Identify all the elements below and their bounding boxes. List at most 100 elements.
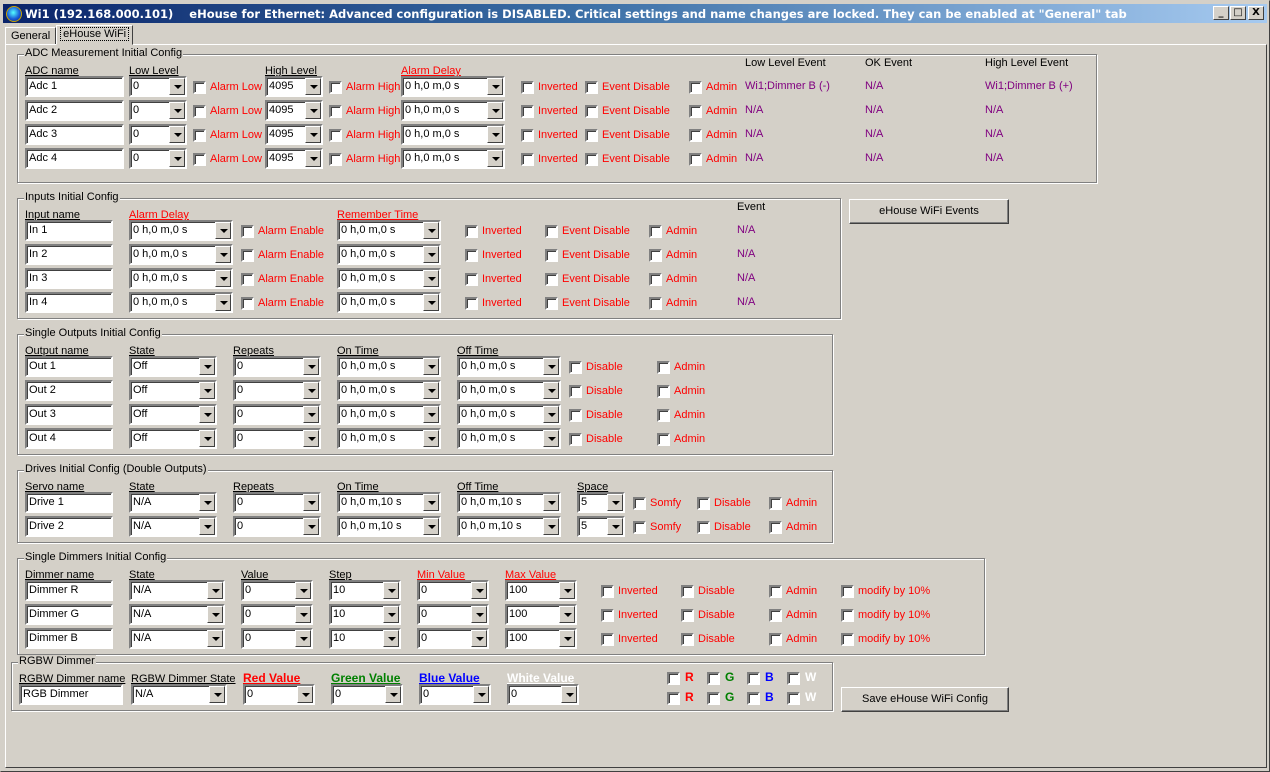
minimize-button[interactable]: _ bbox=[1213, 6, 1229, 20]
rgbw-blue-checkbox[interactable] bbox=[747, 672, 760, 685]
dimmer-inverted-checkbox[interactable] bbox=[601, 633, 614, 646]
drive-name-input[interactable]: Drive 1 bbox=[25, 492, 113, 513]
rgbw-green-select[interactable]: 0 bbox=[331, 684, 403, 705]
adc-high-select[interactable]: 4095 bbox=[265, 124, 323, 145]
adc-admin-checkbox[interactable] bbox=[689, 105, 702, 118]
drive-admin-checkbox[interactable] bbox=[769, 497, 782, 510]
dimmer-name-input[interactable]: Dimmer G bbox=[25, 604, 113, 625]
input-remember-select[interactable]: 0 h,0 m,0 s bbox=[337, 244, 441, 265]
adc-name-input[interactable]: Adc 1 bbox=[25, 76, 124, 97]
alarm-low-checkbox[interactable] bbox=[193, 153, 206, 166]
output-on-time-select[interactable]: 0 h,0 m,0 s bbox=[337, 380, 441, 401]
dimmer-state-select[interactable]: N/A bbox=[129, 628, 225, 649]
input-remember-select[interactable]: 0 h,0 m,0 s bbox=[337, 292, 441, 313]
output-admin-checkbox[interactable] bbox=[657, 361, 670, 374]
chevron-down-icon[interactable] bbox=[199, 382, 215, 399]
drive-admin-checkbox[interactable] bbox=[769, 521, 782, 534]
chevron-down-icon[interactable] bbox=[305, 102, 321, 119]
alarm-enable-checkbox[interactable] bbox=[241, 249, 254, 262]
dimmer-step-select[interactable]: 10 bbox=[329, 604, 401, 625]
dimmer-disable-checkbox[interactable] bbox=[681, 609, 694, 622]
chevron-down-icon[interactable] bbox=[423, 270, 439, 287]
output-on-time-select[interactable]: 0 h,0 m,0 s bbox=[337, 356, 441, 377]
chevron-down-icon[interactable] bbox=[423, 494, 439, 511]
output-repeats-select[interactable]: 0 bbox=[233, 356, 321, 377]
dimmer-inverted-checkbox[interactable] bbox=[601, 585, 614, 598]
output-disable-checkbox[interactable] bbox=[569, 361, 582, 374]
chevron-down-icon[interactable] bbox=[215, 294, 231, 311]
chevron-down-icon[interactable] bbox=[423, 294, 439, 311]
drive-on-time-select[interactable]: 0 h,0 m,10 s bbox=[337, 516, 441, 537]
chevron-down-icon[interactable] bbox=[303, 430, 319, 447]
chevron-down-icon[interactable] bbox=[423, 222, 439, 239]
output-repeats-select[interactable]: 0 bbox=[233, 428, 321, 449]
adc-name-input[interactable]: Adc 2 bbox=[25, 100, 124, 121]
dimmer-value-select[interactable]: 0 bbox=[241, 604, 313, 625]
chevron-down-icon[interactable] bbox=[423, 246, 439, 263]
adc-low-select[interactable]: 0 bbox=[129, 148, 187, 169]
output-state-select[interactable]: Off bbox=[129, 380, 217, 401]
dimmer-name-input[interactable]: Dimmer B bbox=[25, 628, 113, 649]
drive-state-select[interactable]: N/A bbox=[129, 492, 217, 513]
output-off-time-select[interactable]: 0 h,0 m,0 s bbox=[457, 380, 561, 401]
rgbw-red-checkbox[interactable] bbox=[667, 692, 680, 705]
input-admin-checkbox[interactable] bbox=[649, 273, 662, 286]
chevron-down-icon[interactable] bbox=[305, 150, 321, 167]
chevron-down-icon[interactable] bbox=[543, 430, 559, 447]
adc-high-select[interactable]: 4095 bbox=[265, 76, 323, 97]
chevron-down-icon[interactable] bbox=[295, 630, 311, 647]
rgbw-blue-checkbox[interactable] bbox=[747, 692, 760, 705]
dimmer-modify-checkbox[interactable] bbox=[841, 609, 854, 622]
chevron-down-icon[interactable] bbox=[297, 686, 313, 703]
drive-state-select[interactable]: N/A bbox=[129, 516, 217, 537]
adc-event-disable-checkbox[interactable] bbox=[585, 129, 598, 142]
input-name-input[interactable]: In 2 bbox=[25, 244, 113, 265]
dimmer-admin-checkbox[interactable] bbox=[769, 609, 782, 622]
dimmer-name-input[interactable]: Dimmer R bbox=[25, 580, 113, 601]
chevron-down-icon[interactable] bbox=[303, 518, 319, 535]
chevron-down-icon[interactable] bbox=[305, 126, 321, 143]
adc-name-input[interactable]: Adc 4 bbox=[25, 148, 124, 169]
output-on-time-select[interactable]: 0 h,0 m,0 s bbox=[337, 428, 441, 449]
dimmer-min-select[interactable]: 0 bbox=[417, 580, 489, 601]
drive-repeats-select[interactable]: 0 bbox=[233, 492, 321, 513]
dimmer-admin-checkbox[interactable] bbox=[769, 585, 782, 598]
chevron-down-icon[interactable] bbox=[423, 358, 439, 375]
input-inverted-checkbox[interactable] bbox=[465, 249, 478, 262]
chevron-down-icon[interactable] bbox=[543, 494, 559, 511]
rgbw-green-checkbox[interactable] bbox=[707, 672, 720, 685]
adc-high-select[interactable]: 4095 bbox=[265, 148, 323, 169]
chevron-down-icon[interactable] bbox=[169, 150, 185, 167]
adc-event-disable-checkbox[interactable] bbox=[585, 81, 598, 94]
chevron-down-icon[interactable] bbox=[199, 518, 215, 535]
input-admin-checkbox[interactable] bbox=[649, 225, 662, 238]
chevron-down-icon[interactable] bbox=[423, 406, 439, 423]
dimmer-modify-checkbox[interactable] bbox=[841, 633, 854, 646]
output-on-time-select[interactable]: 0 h,0 m,0 s bbox=[337, 404, 441, 425]
dimmer-modify-checkbox[interactable] bbox=[841, 585, 854, 598]
chevron-down-icon[interactable] bbox=[383, 606, 399, 623]
chevron-down-icon[interactable] bbox=[199, 406, 215, 423]
adc-event-disable-checkbox[interactable] bbox=[585, 153, 598, 166]
rgbw-red-select[interactable]: 0 bbox=[243, 684, 315, 705]
chevron-down-icon[interactable] bbox=[471, 630, 487, 647]
dimmer-max-select[interactable]: 100 bbox=[505, 628, 577, 649]
input-delay-select[interactable]: 0 h,0 m,0 s bbox=[129, 292, 233, 313]
adc-name-input[interactable]: Adc 3 bbox=[25, 124, 124, 145]
dimmer-min-select[interactable]: 0 bbox=[417, 628, 489, 649]
title-bar[interactable]: Wi1 (192.168.000.101) eHouse for Etherne… bbox=[3, 4, 1267, 23]
chevron-down-icon[interactable] bbox=[473, 686, 489, 703]
adc-delay-select[interactable]: 0 h,0 m,0 s bbox=[401, 100, 505, 121]
output-admin-checkbox[interactable] bbox=[657, 433, 670, 446]
alarm-high-checkbox[interactable] bbox=[329, 81, 342, 94]
dimmer-disable-checkbox[interactable] bbox=[681, 585, 694, 598]
output-off-time-select[interactable]: 0 h,0 m,0 s bbox=[457, 404, 561, 425]
input-admin-checkbox[interactable] bbox=[649, 249, 662, 262]
chevron-down-icon[interactable] bbox=[559, 582, 575, 599]
chevron-down-icon[interactable] bbox=[559, 606, 575, 623]
chevron-down-icon[interactable] bbox=[207, 582, 223, 599]
rgbw-name-input[interactable]: RGB Dimmer bbox=[19, 684, 123, 705]
chevron-down-icon[interactable] bbox=[169, 78, 185, 95]
chevron-down-icon[interactable] bbox=[487, 102, 503, 119]
input-name-input[interactable]: In 1 bbox=[25, 220, 113, 241]
